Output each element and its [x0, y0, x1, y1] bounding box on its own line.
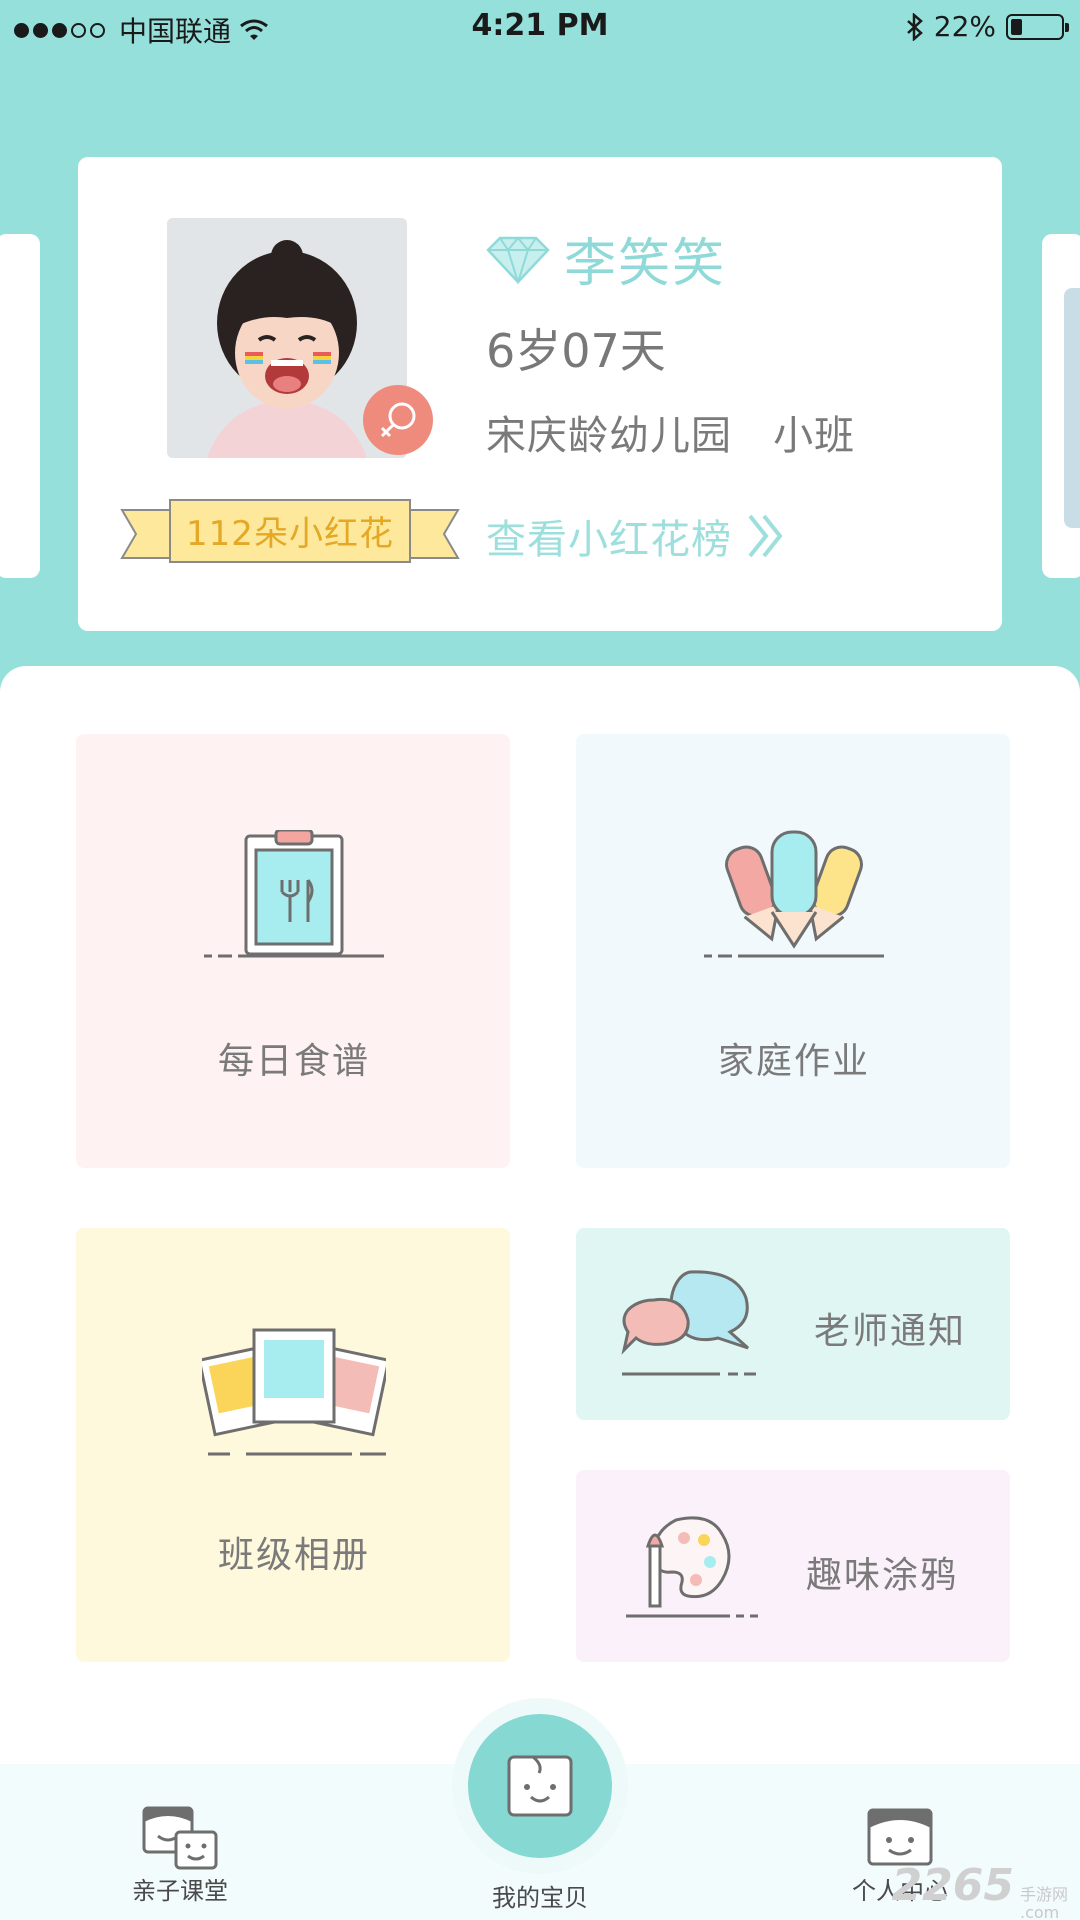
status-right: 22% [906, 10, 1069, 43]
teacher-notice-tile[interactable]: 老师通知 [576, 1228, 1010, 1420]
flower-link-label: 查看小红花榜 [486, 517, 732, 563]
pencils-icon [704, 830, 884, 958]
photos-icon [202, 1328, 386, 1456]
child-age: 6岁07天 [486, 324, 666, 378]
nav-my-baby-circle [468, 1714, 612, 1858]
class-album-label: 班级相册 [218, 1535, 371, 1576]
homework-tile[interactable]: 家庭作业 [576, 734, 1010, 1168]
profile-card[interactable]: 李笑笑 6岁07天 宋庆龄幼儿园 小班 112朵小红花 查看小红花榜 [78, 157, 1002, 631]
status-bar: 中国联通 4:21 PM 22% [0, 0, 1080, 54]
battery-percent: 22% [933, 10, 996, 43]
fun-doodle-tile[interactable]: 趣味涂鸦 [576, 1470, 1010, 1662]
flower-ranking-link[interactable]: 查看小红花榜 [486, 507, 786, 565]
teacher-notice-label: 老师通知 [814, 1311, 967, 1352]
battery-icon [1006, 13, 1069, 40]
bluetooth-icon [906, 12, 923, 41]
nav-my-baby-button[interactable] [452, 1698, 628, 1874]
battery-fill [1011, 18, 1022, 35]
watermark-domain: .com [1019, 1903, 1060, 1920]
fun-doodle-label: 趣味涂鸦 [806, 1555, 959, 1596]
nav-my-baby-label: 我的宝贝 [492, 1884, 588, 1912]
daily-recipe-tile[interactable]: 每日食谱 [76, 734, 510, 1168]
name-row: 李笑笑 [486, 221, 726, 296]
previous-profile-card[interactable] [0, 234, 40, 578]
watermark-number: 2265 [891, 1860, 1014, 1911]
person-icon [867, 1808, 933, 1866]
next-profile-card[interactable] [1042, 234, 1080, 578]
flower-count: 112朵小红花 [186, 514, 394, 554]
nav-parent-class[interactable]: 亲子课堂 [120, 1764, 240, 1920]
class-album-tile[interactable]: 班级相册 [76, 1228, 510, 1662]
palette-icon [626, 1516, 758, 1618]
double-chevron-right-icon [748, 514, 783, 558]
parent-child-icon [142, 1806, 218, 1870]
female-icon [363, 385, 433, 455]
school-class: 宋庆龄幼儿园 小班 [486, 413, 856, 459]
site-watermark: 2265 手游网 .com [892, 1860, 1068, 1920]
daily-recipe-label: 每日食谱 [218, 1041, 371, 1082]
homework-label: 家庭作业 [718, 1041, 871, 1082]
watermark-small: 手游网 .com [1020, 1886, 1068, 1920]
chat-bubbles-icon [621, 1270, 756, 1376]
baby-face-icon [507, 1755, 573, 1817]
clipboard-fork-icon [204, 830, 384, 958]
watermark-cn: 手游网 [1019, 1885, 1068, 1904]
nav-parent-class-label: 亲子课堂 [132, 1877, 228, 1905]
child-name: 李笑笑 [564, 234, 727, 294]
diamond-icon [486, 235, 550, 284]
